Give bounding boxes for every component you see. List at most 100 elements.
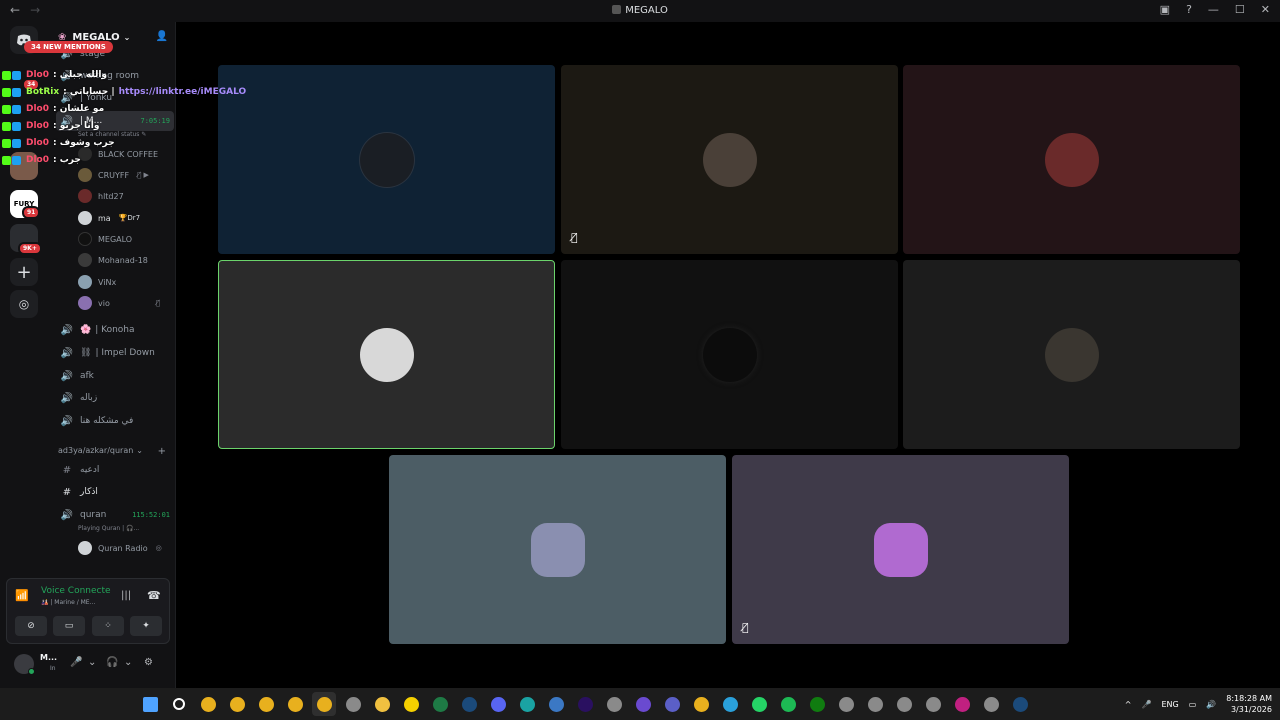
discord-icon <box>490 696 506 712</box>
steam-taskbar-icon[interactable] <box>1008 692 1032 716</box>
disconnect-icon[interactable]: ☎ <box>147 589 161 602</box>
excel-taskbar-icon[interactable] <box>428 692 452 716</box>
app-taskbar-icon[interactable] <box>834 692 858 716</box>
discord-taskbar-icon[interactable] <box>486 692 510 716</box>
explore-icon[interactable]: ◎ <box>10 290 38 318</box>
help-icon[interactable]: ? <box>1186 3 1192 16</box>
chevron-up-icon[interactable]: ^ <box>1125 700 1132 709</box>
edge-taskbar-icon[interactable] <box>515 692 539 716</box>
xbox-taskbar-icon[interactable] <box>805 692 829 716</box>
voice-channel[interactable]: 🔊 afk <box>56 366 174 386</box>
category-header[interactable]: ad3ya/azkar/quran ⌄ + <box>58 446 166 457</box>
video-tile-speaking[interactable] <box>218 260 555 449</box>
language-indicator[interactable]: ENG <box>1161 700 1178 709</box>
video-tile[interactable] <box>903 65 1240 254</box>
start-taskbar-icon[interactable] <box>138 692 162 716</box>
chrome-taskbar-icon[interactable] <box>196 692 220 716</box>
maximize-icon[interactable]: ☐ <box>1235 3 1245 16</box>
member-item[interactable]: Quran Radio ◎ <box>78 539 162 557</box>
premiere-taskbar-icon[interactable] <box>573 692 597 716</box>
video-tile[interactable]: 🎙̸ <box>561 65 898 254</box>
spotify-icon <box>780 696 796 712</box>
hash-icon: # <box>62 486 72 498</box>
member-item[interactable]: Mohanad-18 <box>78 251 148 269</box>
app-taskbar-icon[interactable] <box>979 692 1003 716</box>
voice-channel[interactable]: 🔊 زباله <box>56 388 174 408</box>
voice-channel[interactable]: 🔊 ⛓ | Impel Down <box>56 343 174 363</box>
headphones-icon[interactable]: 🎧 <box>106 657 118 668</box>
clock[interactable]: 8:18:28 AM 3/31/2026 <box>1226 693 1272 715</box>
app-icon <box>925 696 941 712</box>
video-tile[interactable]: 🎙̸ <box>732 455 1069 644</box>
noise-suppression-icon[interactable]: ||| <box>121 590 131 601</box>
text-channel-unread[interactable]: # اذكار <box>56 482 174 502</box>
iptv-taskbar-icon[interactable] <box>950 692 974 716</box>
app-taskbar-icon[interactable] <box>602 692 626 716</box>
new-mentions-pill[interactable]: 34 NEW MENTIONS <box>24 41 113 53</box>
display-icon[interactable]: ▭ <box>1189 700 1197 709</box>
photos-taskbar-icon[interactable] <box>544 692 568 716</box>
overlay-message: Dlo0: وأنا جربو <box>2 118 99 134</box>
signal-icon[interactable]: 📶 <box>15 589 29 602</box>
notes-taskbar-icon[interactable] <box>399 692 423 716</box>
minimize-icon[interactable]: — <box>1208 3 1219 16</box>
chrome-taskbar-icon[interactable] <box>225 692 249 716</box>
chrome-taskbar-icon[interactable] <box>254 692 278 716</box>
chrome-icon <box>258 696 274 712</box>
chevron-down-icon[interactable]: ⌄ <box>124 657 132 668</box>
user-panel: M... In 🎤 ⌄ 🎧 ⌄ ⚙ <box>6 648 170 682</box>
participant-avatar <box>1044 132 1099 187</box>
app-taskbar-icon[interactable] <box>341 692 365 716</box>
inbox-icon[interactable]: ▣ <box>1160 3 1170 16</box>
member-item[interactable]: vio 🎙̸ <box>78 294 160 312</box>
text-channel[interactable]: # ادعيه <box>56 460 174 480</box>
speaker-icon: 🔊 <box>60 392 74 404</box>
chevron-down-icon[interactable]: ⌄ <box>88 657 96 668</box>
microphone-icon[interactable]: 🎤 <box>1141 700 1151 709</box>
close-icon[interactable]: ✕ <box>1261 3 1270 16</box>
screen-share-button[interactable]: ▭ <box>53 616 85 636</box>
app-taskbar-icon[interactable] <box>863 692 887 716</box>
add-server-icon[interactable]: + <box>10 258 38 286</box>
telegram-taskbar-icon[interactable] <box>718 692 742 716</box>
soundboard-button[interactable]: ✦ <box>130 616 162 636</box>
explorer-taskbar-icon[interactable] <box>370 692 394 716</box>
volume-icon[interactable]: 🔊 <box>1206 700 1216 709</box>
chrome-taskbar-icon[interactable] <box>689 692 713 716</box>
camera-off-button[interactable]: ⊘ <box>15 616 47 636</box>
member-item[interactable]: CRUYFF 🎙̸ ▶ <box>78 166 149 184</box>
activities-button[interactable]: ⁘ <box>92 616 124 636</box>
spotify-taskbar-icon[interactable] <box>776 692 800 716</box>
video-tile[interactable] <box>561 260 898 449</box>
teams-taskbar-icon[interactable] <box>660 692 684 716</box>
chrome-icon <box>316 696 332 712</box>
video-tile[interactable] <box>389 455 726 644</box>
overlay-message: Dlo0: والله جبلى <box>2 67 107 83</box>
member-item[interactable]: MEGALO <box>78 230 132 248</box>
avatar <box>78 232 92 246</box>
app-taskbar-icon[interactable] <box>892 692 916 716</box>
video-taskbar-icon[interactable] <box>631 692 655 716</box>
invite-people-icon[interactable]: 👤 <box>156 31 168 42</box>
search-taskbar-icon[interactable] <box>167 692 191 716</box>
member-item[interactable]: ma 🏆Dr7 <box>78 209 140 227</box>
member-item[interactable]: hltd27 <box>78 187 124 205</box>
chrome-taskbar-icon[interactable] <box>283 692 307 716</box>
voice-channel[interactable]: 🔊 quran 115:52:01 <box>56 505 174 525</box>
member-item[interactable]: ViNx <box>78 273 116 291</box>
speaker-icon: 🔊 <box>60 347 74 359</box>
microphone-icon[interactable]: 🎤 <box>70 657 82 668</box>
video-tile[interactable] <box>218 65 555 254</box>
video-stage: 🎙̸ 🎙̸ <box>177 22 1280 688</box>
settings-gear-icon[interactable]: ⚙ <box>144 657 153 668</box>
app-taskbar-icon[interactable] <box>921 692 945 716</box>
whatsapp-taskbar-icon[interactable] <box>747 692 771 716</box>
video-tile[interactable] <box>903 260 1240 449</box>
kick-icon <box>2 87 11 97</box>
add-channel-icon[interactable]: + <box>158 446 166 457</box>
chrome-taskbar-icon[interactable] <box>312 692 336 716</box>
voice-channel[interactable]: 🔊 🌸 | Konoha <box>56 320 174 340</box>
voice-channel[interactable]: 🔊 في مشكله هنا <box>56 411 174 431</box>
steam-taskbar-icon[interactable] <box>457 692 481 716</box>
twitch-icon <box>12 87 21 97</box>
